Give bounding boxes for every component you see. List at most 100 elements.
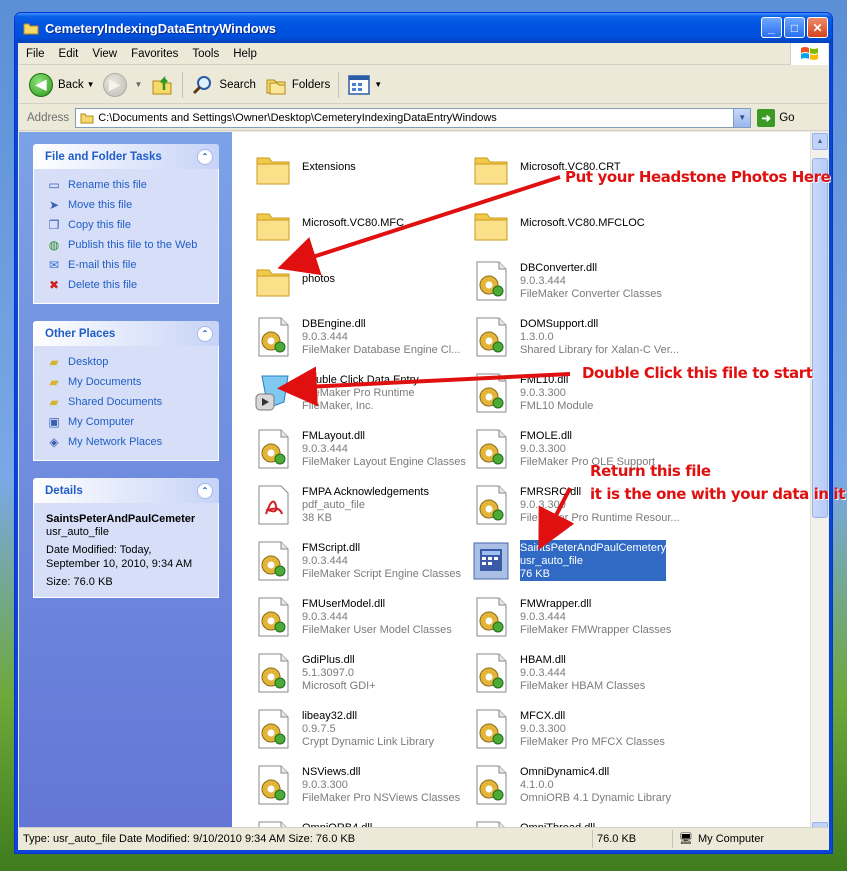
back-button[interactable]: ◀ Back ▼ — [25, 70, 99, 100]
file-item[interactable]: NSViews.dll 9.0.3.300 FileMaker Pro NSView… — [254, 764, 472, 816]
file-item-text: OmniDynamic4.dll 4.1.0.0 OmniORB 4.1 Dynam… — [520, 764, 671, 805]
window-title: CemeteryIndexingDataEntryWindows — [45, 20, 277, 36]
task-item-2[interactable]: ❐ Copy this file — [46, 215, 208, 235]
file-item[interactable]: DBConverter.dll 9.0.3.444 FileMaker Conver… — [472, 260, 690, 312]
rename-icon: ▭ — [48, 178, 60, 192]
place-item-4[interactable]: ◈ My Network Places — [46, 432, 208, 452]
dll-file-icon — [254, 540, 292, 582]
file-item[interactable]: FMScript.dll 9.0.3.444 FileMaker Script En… — [254, 540, 472, 592]
file-version: 9.0.3.444 — [302, 555, 348, 567]
file-item-text: libeay32.dll 0.9.7.5 Crypt Dynamic Link Li… — [302, 708, 434, 749]
back-dropdown-icon[interactable]: ▼ — [87, 80, 95, 89]
task-item-label: Move this file — [68, 199, 133, 211]
file-item[interactable]: Microsoft.VC80.MFC — [254, 204, 472, 256]
task-item-3[interactable]: ◍ Publish this file to the Web — [46, 235, 208, 255]
dll-file-icon — [254, 316, 292, 358]
file-item-text: Microsoft.VC80.MFCLOC — [520, 204, 645, 230]
panel-header[interactable]: Other Places ⌃ — [33, 321, 219, 346]
toolbar-separator — [338, 71, 340, 98]
file-description: FileMaker HBAM Classes — [520, 680, 646, 692]
file-item-text: GdiPlus.dll 5.1.3097.0 Microsoft GDI+ — [302, 652, 376, 693]
details-filename: SaintsPeterAndPaulCemeter — [46, 513, 196, 525]
place-item-label: My Computer — [68, 416, 135, 428]
file-description: FileMaker Layout Engine Classes — [302, 456, 466, 468]
collapse-icon[interactable]: ⌃ — [197, 325, 213, 342]
file-item[interactable]: FMPA Acknowledgements pdf_auto_file 38 KB — [254, 484, 472, 536]
menu-view[interactable]: View — [85, 48, 124, 60]
menu-file[interactable]: File — [19, 48, 52, 60]
collapse-icon[interactable]: ⌃ — [197, 482, 213, 499]
dll-file-icon — [254, 708, 292, 750]
menu-tools[interactable]: Tools — [185, 48, 226, 60]
views-button[interactable]: ▼ — [343, 70, 386, 100]
go-button[interactable]: ➜ Go — [757, 108, 795, 127]
file-description: FileMaker, Inc. — [302, 400, 374, 412]
file-item[interactable]: SaintsPeterAndPaulCemetery usr_auto_file 7… — [472, 540, 690, 592]
place-item-3[interactable]: ▣ My Computer — [46, 412, 208, 432]
up-folder-button[interactable] — [146, 70, 178, 100]
folder-icon — [254, 260, 292, 302]
views-dropdown-icon[interactable]: ▼ — [374, 80, 382, 89]
file-name: libeay32.dll — [302, 710, 358, 722]
forward-arrow-icon: ▶ — [102, 72, 127, 97]
explorer-window: CemeteryIndexingDataEntryWindows _ □ ✕ F… — [14, 12, 833, 854]
title-bar[interactable]: CemeteryIndexingDataEntryWindows _ □ ✕ — [15, 13, 832, 43]
folder-icon: ▰ — [49, 375, 59, 389]
file-item[interactable]: HBAM.dll 9.0.3.444 FileMaker HBAM Classes — [472, 652, 690, 704]
task-item-5[interactable]: ✖ Delete this file — [46, 275, 208, 295]
task-item-0[interactable]: ▭ Rename this file — [46, 175, 208, 195]
file-item[interactable]: Double Click Data Entry FileMaker Pro Run… — [254, 372, 472, 424]
file-item[interactable]: FMUserModel.dll 9.0.3.444 FileMaker User M… — [254, 596, 472, 648]
menu-favorites[interactable]: Favorites — [124, 48, 185, 60]
file-item[interactable]: DOMSupport.dll 1.3.0.0 Shared Library for … — [472, 316, 690, 368]
address-input[interactable]: C:\Documents and Settings\Owner\Desktop\… — [75, 107, 752, 128]
filemaker-runtime-icon — [254, 372, 292, 414]
task-item-1[interactable]: ➤ Move this file — [46, 195, 208, 215]
folder-icon — [80, 113, 94, 123]
file-item[interactable]: FMLayout.dll 9.0.3.444 FileMaker Layout En… — [254, 428, 472, 480]
menu-help[interactable]: Help — [226, 48, 264, 60]
status-zone: 🖥 My Computer — [673, 830, 768, 848]
dll-file-icon — [472, 260, 510, 302]
maximize-button[interactable]: □ — [784, 17, 805, 38]
folders-button[interactable]: Folders — [260, 70, 334, 100]
folder-icon — [472, 148, 510, 190]
file-item[interactable]: FMWrapper.dll 9.0.3.444 FileMaker FMWrappe… — [472, 596, 690, 648]
forward-button[interactable]: ▶ ▼ — [99, 70, 147, 100]
file-item[interactable]: libeay32.dll 0.9.7.5 Crypt Dynamic Link Li… — [254, 708, 472, 760]
file-version: 9.0.3.444 — [520, 611, 566, 623]
details-panel: Details ⌃ SaintsPeterAndPaulCemeter usr_… — [33, 478, 219, 598]
place-item-2[interactable]: ▰ Shared Documents — [46, 392, 208, 412]
menu-edit[interactable]: Edit — [52, 48, 86, 60]
file-item[interactable]: photos — [254, 260, 472, 312]
scroll-thumb[interactable] — [812, 158, 828, 518]
collapse-icon[interactable]: ⌃ — [197, 148, 213, 165]
close-button[interactable]: ✕ — [807, 17, 828, 38]
address-dropdown-icon[interactable]: ▼ — [733, 108, 751, 127]
minimize-button[interactable]: _ — [761, 17, 782, 38]
panel-header[interactable]: File and Folder Tasks ⌃ — [33, 144, 219, 169]
file-description: FileMaker Script Engine Classes — [302, 568, 461, 580]
panel-header[interactable]: Details ⌃ — [33, 478, 219, 503]
file-version: 5.1.3097.0 — [302, 667, 354, 679]
folder-icon — [472, 204, 510, 246]
forward-dropdown-icon[interactable]: ▼ — [135, 80, 143, 89]
place-item-1[interactable]: ▰ My Documents — [46, 372, 208, 392]
up-folder-icon — [152, 75, 172, 94]
dll-file-icon — [472, 484, 510, 526]
database-file-icon — [472, 540, 510, 582]
file-version: 9.0.3.444 — [302, 331, 348, 343]
file-item[interactable]: Extensions — [254, 148, 472, 200]
search-button[interactable]: Search — [187, 70, 259, 100]
task-item-4[interactable]: ✉ E-mail this file — [46, 255, 208, 275]
file-name: DOMSupport.dll — [520, 318, 599, 330]
file-item[interactable]: GdiPlus.dll 5.1.3097.0 Microsoft GDI+ — [254, 652, 472, 704]
file-item[interactable]: DBEngine.dll 9.0.3.444 FileMaker Database … — [254, 316, 472, 368]
toolbar-separator — [182, 71, 184, 98]
scroll-up-icon[interactable]: ▲ — [812, 133, 828, 150]
place-item-0[interactable]: ▰ Desktop — [46, 352, 208, 372]
file-item[interactable]: OmniDynamic4.dll 4.1.0.0 OmniORB 4.1 Dynam… — [472, 764, 690, 816]
folder-icon — [23, 23, 39, 34]
file-item[interactable]: MFCX.dll 9.0.3.300 FileMaker Pro MFCX Clas… — [472, 708, 690, 760]
file-item[interactable]: Microsoft.VC80.MFCLOC — [472, 204, 690, 256]
